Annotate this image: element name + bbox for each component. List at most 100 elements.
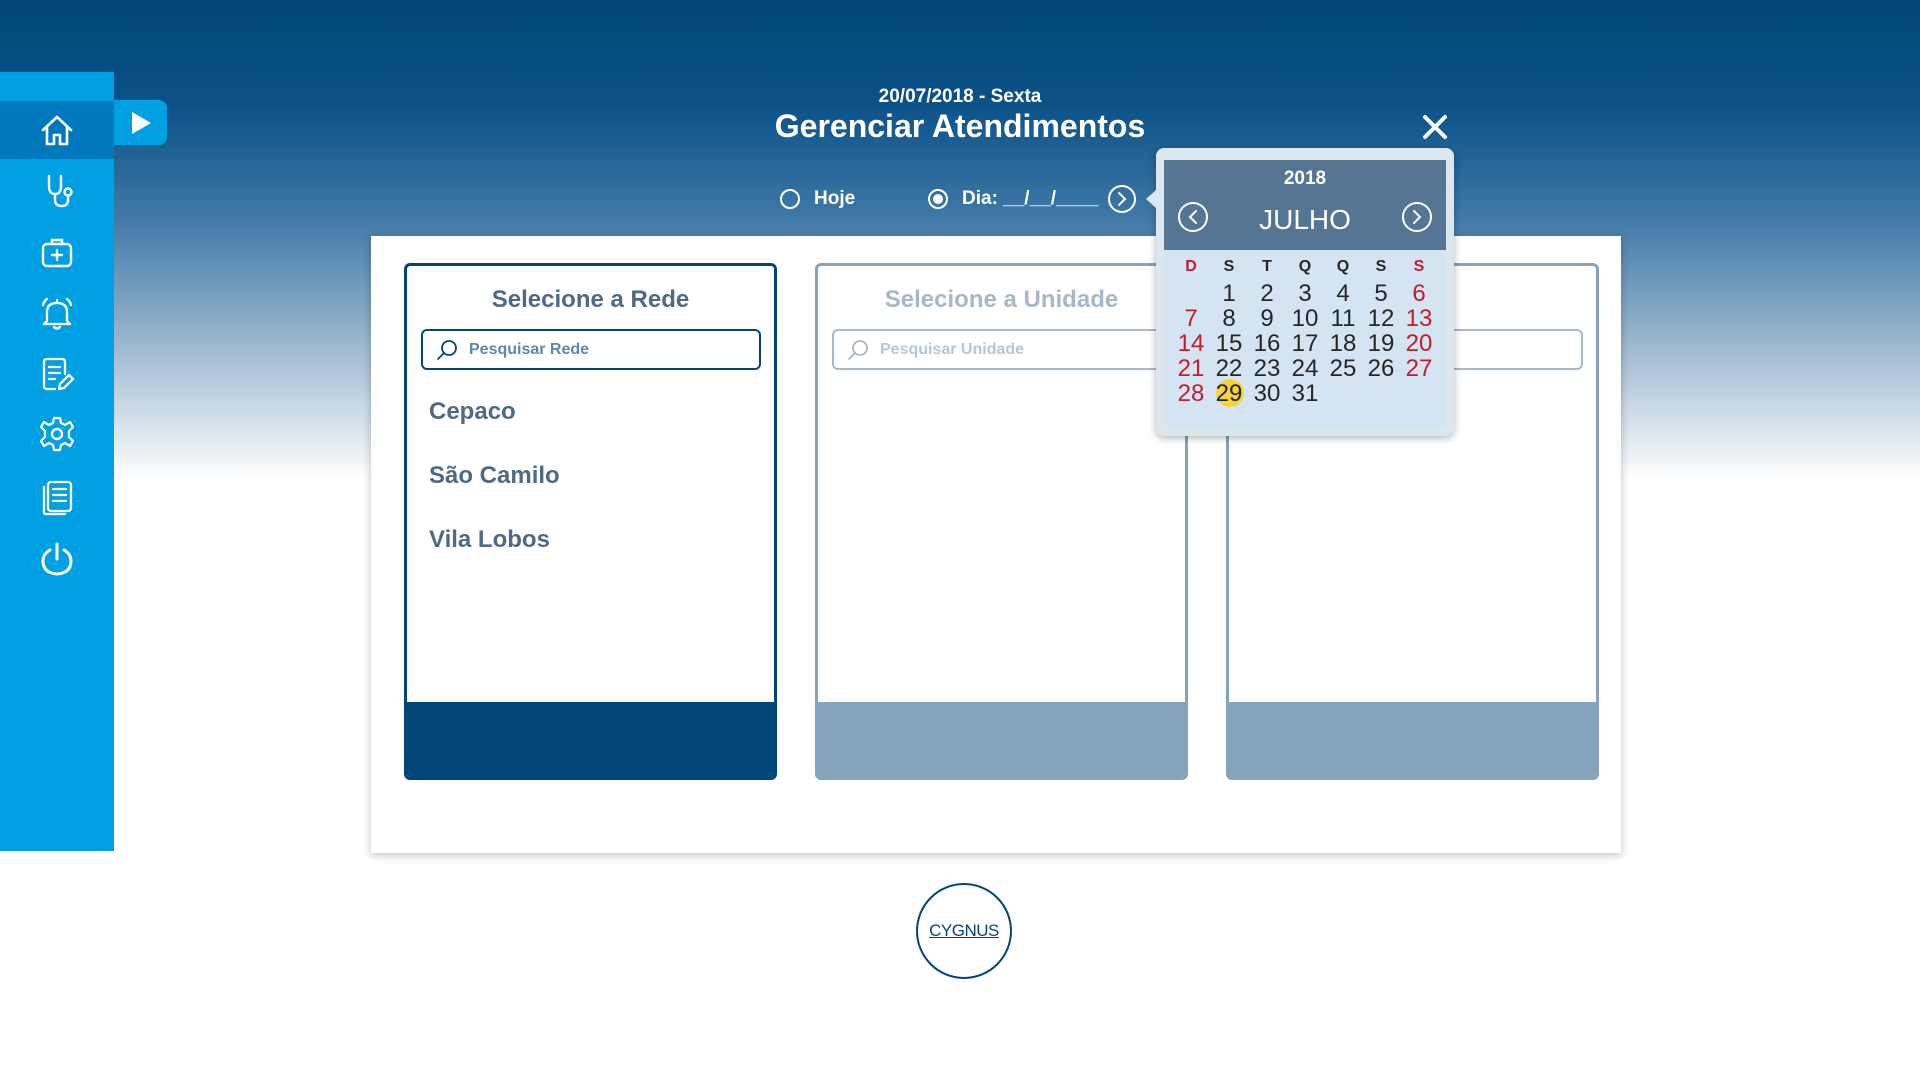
calendar-day[interactable]: 11 — [1324, 306, 1362, 331]
calendar-day-number: 25 — [1329, 355, 1357, 382]
calendar-next-button[interactable] — [1402, 202, 1432, 232]
calendar-empty-cell — [1324, 381, 1362, 406]
date-go-button[interactable] — [1108, 185, 1137, 213]
radio-day-circle[interactable] — [928, 189, 948, 209]
sidebar-item-alarm[interactable] — [0, 284, 114, 342]
calendar-weekday: S — [1375, 258, 1387, 275]
calendar-day-number: 10 — [1291, 305, 1319, 332]
calendar-weekday: Q — [1298, 258, 1312, 275]
list-item-rede[interactable]: Cepaco — [429, 398, 516, 426]
calendar-day[interactable]: 21 — [1172, 356, 1210, 381]
sidebar-item-settings[interactable] — [0, 405, 114, 463]
gear-icon — [39, 416, 75, 452]
calendar-day[interactable]: 20 — [1400, 331, 1438, 356]
calendar-day[interactable]: 7 — [1172, 306, 1210, 331]
calendar-empty-cell — [1362, 381, 1400, 406]
calendar-empty-cell — [1400, 381, 1438, 406]
list-item-rede[interactable]: Vila Lobos — [429, 526, 550, 554]
sidebar-item-logout[interactable] — [0, 530, 114, 588]
calendar-day[interactable]: 19 — [1362, 331, 1400, 356]
calendar-day[interactable]: 23 — [1248, 356, 1286, 381]
panel-unidade: Selecione a Unidade — [815, 263, 1188, 780]
calendar-day[interactable]: 22 — [1210, 356, 1248, 381]
radio-day[interactable]: Dia: __/__/____ — [928, 184, 1137, 214]
power-icon — [41, 542, 73, 576]
calendar-day[interactable]: 5 — [1362, 281, 1400, 306]
calendar-day-number: 3 — [1298, 280, 1312, 307]
search-unidade[interactable] — [832, 329, 1172, 370]
chevron-right-icon — [1413, 210, 1422, 224]
calendar-day[interactable]: 4 — [1324, 281, 1362, 306]
calendar-day-number: 4 — [1336, 280, 1350, 307]
calendar-day[interactable]: 28 — [1172, 381, 1210, 406]
sidebar-item-stethoscope[interactable] — [0, 161, 114, 219]
calendar-weekday: T — [1262, 258, 1272, 275]
home-icon — [41, 115, 73, 146]
calendar-day[interactable]: 9 — [1248, 306, 1286, 331]
panel-unidade-footer — [818, 702, 1185, 777]
calendar-day-number: 5 — [1374, 280, 1388, 307]
calendar-day-number: 24 — [1291, 355, 1319, 382]
calendar-day-number: 13 — [1405, 305, 1433, 332]
calendar-day[interactable]: 15 — [1210, 331, 1248, 356]
calendar-weekday: Q — [1336, 258, 1350, 275]
calendar-day[interactable]: 14 — [1172, 331, 1210, 356]
calendar-weekday: D — [1185, 258, 1197, 275]
sidebar-expand-button[interactable] — [114, 100, 167, 145]
calendar-day-number: 29 — [1215, 380, 1243, 407]
calendar-day[interactable]: 18 — [1324, 331, 1362, 356]
search-rede-input[interactable] — [467, 339, 741, 360]
calendar-header: 2018 JULHO — [1164, 160, 1446, 250]
sidebar-item-medical-kit[interactable] — [0, 223, 114, 281]
calendar-day[interactable]: 30 — [1248, 381, 1286, 406]
calendar-day-number: 7 — [1184, 305, 1198, 332]
calendar-day-number: 22 — [1215, 355, 1243, 382]
panel-rede: Selecione a Rede Cepaco São Camilo Vila … — [404, 263, 777, 780]
search-icon — [848, 339, 868, 360]
sidebar-item-edit[interactable] — [0, 345, 114, 403]
search-unidade-input[interactable] — [878, 339, 1152, 360]
radio-today[interactable]: Hoje — [780, 184, 855, 214]
calendar-day[interactable]: 25 — [1324, 356, 1362, 381]
calendar-day-number: 6 — [1412, 280, 1426, 307]
calendar-day[interactable]: 8 — [1210, 306, 1248, 331]
calendar-day[interactable]: 10 — [1286, 306, 1324, 331]
sidebar-item-home[interactable] — [0, 101, 114, 159]
calendar-day[interactable]: 26 — [1362, 356, 1400, 381]
radio-day-label[interactable]: Dia: __/__/____ — [962, 188, 1098, 210]
calendar-day[interactable]: 17 — [1286, 331, 1324, 356]
calendar-day-number: 16 — [1253, 330, 1281, 357]
calendar-day-number: 26 — [1367, 355, 1395, 382]
calendar-weekday: S — [1223, 258, 1235, 275]
calendar-prev-button[interactable] — [1178, 202, 1208, 232]
radio-today-label: Hoje — [814, 188, 856, 209]
sidebar-item-documents[interactable] — [0, 468, 114, 526]
calendar-day[interactable]: 27 — [1400, 356, 1438, 381]
list-item-rede[interactable]: São Camilo — [429, 462, 560, 490]
calendar-day-number: 12 — [1367, 305, 1395, 332]
calendar-day[interactable]: 12 — [1362, 306, 1400, 331]
chevron-right-icon — [1118, 192, 1127, 206]
panel-rede-title: Selecione a Rede — [491, 286, 690, 313]
play-arrow-icon — [131, 111, 151, 134]
calendar-day[interactable]: 31 — [1286, 381, 1324, 406]
calendar-day[interactable]: 13 — [1400, 306, 1438, 331]
calendar-day-number: 14 — [1177, 330, 1205, 357]
calendar-day[interactable]: 16 — [1248, 331, 1286, 356]
search-rede[interactable] — [421, 329, 761, 370]
calendar-day-number: 20 — [1405, 330, 1433, 357]
documents-icon — [42, 480, 73, 516]
calendar-day[interactable]: 24 — [1286, 356, 1324, 381]
calendar-day[interactable]: 29 — [1210, 379, 1248, 407]
calendar-day-number: 30 — [1253, 380, 1281, 407]
calendar-day[interactable]: 1 — [1210, 281, 1248, 306]
radio-today-circle[interactable] — [780, 189, 800, 209]
calendar-day[interactable]: 3 — [1286, 281, 1324, 306]
search-icon — [437, 339, 457, 360]
panel-medico-footer — [1229, 702, 1596, 777]
calendar-day-number: 8 — [1222, 305, 1236, 332]
calendar-day[interactable]: 2 — [1248, 281, 1286, 306]
calendar-day[interactable]: 6 — [1400, 281, 1438, 306]
close-button[interactable] — [1418, 110, 1452, 144]
panel-rede-footer — [407, 702, 774, 777]
